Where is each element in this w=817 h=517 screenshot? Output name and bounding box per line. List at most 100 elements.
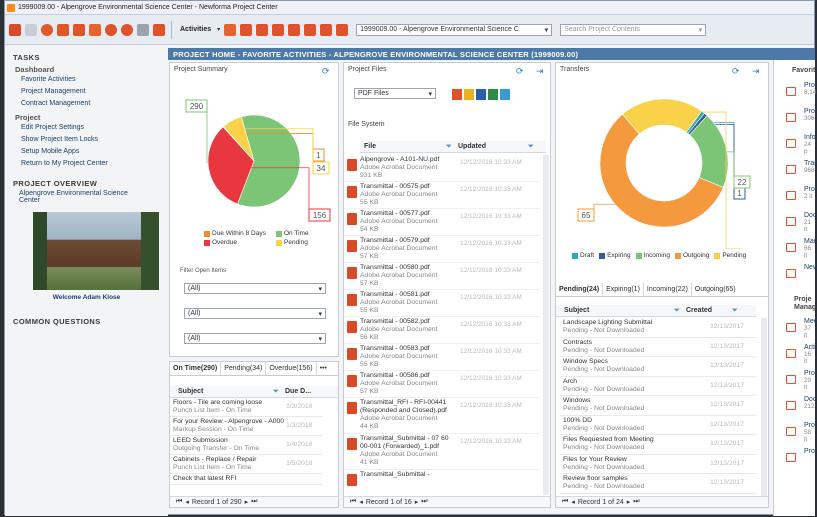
contract-management-link[interactable]: Contract Management: [21, 100, 168, 110]
favorite-item[interactable]: Proj: [774, 448, 816, 474]
return-project-center-link[interactable]: Return to My Project Center: [21, 160, 168, 170]
project-select[interactable]: 1999009.00 - Alpengrove Environmental Sc…: [356, 23, 553, 36]
file-row[interactable]: Alpengrove - A101-NU.pdf Adobe Acrobat Do…: [344, 155, 540, 182]
transfer-row[interactable]: Landscape Lighting Submittal Pending - No…: [560, 318, 756, 338]
filter-select-2[interactable]: (All) ▾: [184, 308, 326, 319]
file-row[interactable]: Transmittal - 00586.pdf Adobe Acrobat Doc…: [344, 371, 540, 398]
table-row[interactable]: LEED Submission Outgoing Transfer - On Ti…: [170, 436, 322, 455]
transfer-row[interactable]: Review floor samples Pending - Not Downlo…: [560, 474, 756, 494]
pager-next-icon[interactable]: ▸: [415, 498, 419, 506]
send-icon[interactable]: [272, 23, 285, 36]
image-icon[interactable]: [500, 89, 510, 100]
tab-pending[interactable]: Pending(24): [556, 283, 604, 296]
favorite-item[interactable]: Mee 37 it: [774, 318, 817, 344]
expand-icon[interactable]: ⇥: [752, 67, 761, 76]
filter-select-1[interactable]: (All) ▾: [184, 283, 326, 294]
edit-project-settings-link[interactable]: Edit Project Settings: [21, 124, 168, 134]
favorite-item[interactable]: Doc 21 it: [774, 212, 816, 238]
back-icon[interactable]: [9, 23, 21, 36]
favorite-item[interactable]: Proj 2 it: [774, 186, 816, 212]
pager-prev-icon[interactable]: ◂: [359, 498, 363, 506]
setup-mobile-apps-link[interactable]: Setup Mobile Apps: [21, 148, 168, 158]
file-row[interactable]: Transmittal - 00580.pdf Adobe Acrobat Doc…: [344, 263, 540, 290]
favorite-item[interactable]: Tran 968: [774, 160, 817, 186]
filter-icon[interactable]: ⏷: [273, 388, 285, 396]
project-icon[interactable]: [89, 23, 101, 36]
markup-icon[interactable]: [336, 23, 349, 36]
filter-select-3[interactable]: (All) ▾: [184, 333, 326, 344]
favorite-item[interactable]: Doc 212: [774, 396, 816, 422]
more-tabs-button[interactable]: •••: [317, 362, 330, 375]
filter-icon[interactable]: ⏷: [528, 143, 534, 151]
favorite-item[interactable]: Proj 306: [774, 108, 816, 134]
transfer-row[interactable]: Arch Pending - Not Downloaded 12/13/2017: [560, 377, 756, 396]
transfer-row[interactable]: Windows Pending - Not Downloaded 12/13/201…: [560, 396, 756, 416]
transfers-scrollbar[interactable]: [761, 318, 767, 496]
favorite-item[interactable]: Proj 58 it: [774, 422, 816, 448]
file-row[interactable]: Transmittal - 00582.pdf Adobe Acrobat Doc…: [344, 317, 540, 344]
table-row[interactable]: For your Review - Alpengrove - A000 Marku…: [170, 417, 322, 436]
tab-outgoing[interactable]: Outgoing(65): [692, 283, 739, 296]
tab-pending[interactable]: Pending(34): [221, 362, 267, 375]
favorite-item[interactable]: Acti 16 it: [774, 344, 816, 370]
column-updated[interactable]: Updated: [458, 143, 528, 150]
search-input[interactable]: Search Project Contents ▾: [560, 23, 707, 36]
file-row[interactable]: Transmittal - 00581.pdf Adobe Acrobat Doc…: [344, 290, 540, 317]
overview-project-name[interactable]: Alpengrove Environmental Science Center: [19, 190, 149, 208]
filter-icon[interactable]: ⏷: [674, 307, 686, 315]
column-subject[interactable]: Subject: [170, 388, 273, 395]
transfer-row[interactable]: Files Requested from Meeting Pending - No…: [560, 435, 756, 455]
image-icon[interactable]: [288, 23, 301, 36]
file-row[interactable]: Transmittal - 00583.pdf Adobe Acrobat Doc…: [344, 344, 540, 371]
files-scrollbar[interactable]: [543, 155, 549, 495]
pager-first-icon[interactable]: ⏮: [176, 498, 182, 506]
transfer-row[interactable]: Contracts Pending - Not Downloaded 12/13/2…: [560, 338, 756, 357]
home-icon[interactable]: [41, 23, 53, 36]
filter-icon[interactable]: ⏷: [732, 307, 738, 315]
file-type-select[interactable]: PDF Files ▾: [354, 88, 436, 99]
pdf-icon[interactable]: [452, 89, 462, 100]
transfer-icon[interactable]: [256, 23, 269, 36]
pager-first-icon[interactable]: ⏮: [562, 498, 568, 506]
pager-first-icon[interactable]: ⏮: [350, 498, 356, 506]
refresh-icon[interactable]: [105, 23, 117, 36]
pager-prev-icon[interactable]: ◂: [185, 498, 189, 506]
file-row[interactable]: Transmittal - 00579.pdf Adobe Acrobat Doc…: [344, 236, 540, 263]
table-row[interactable]: Floors - Tile are coming loose Punch List…: [170, 398, 322, 417]
file-row[interactable]: Transmittal_Submittal - 07 60 00-001 (Fo…: [344, 434, 540, 470]
pager-last-icon[interactable]: ⏭: [633, 498, 639, 506]
help-icon[interactable]: [57, 23, 69, 36]
file-row[interactable]: Transmittal - 00575.pdf Adobe Acrobat Doc…: [344, 182, 540, 209]
contact-icon[interactable]: [153, 23, 165, 36]
favorite-item[interactable]: Proj 8,14: [774, 82, 816, 108]
word-icon[interactable]: [476, 89, 486, 100]
column-created[interactable]: Created: [686, 307, 732, 314]
pager-next-icon[interactable]: ▸: [245, 498, 249, 506]
pager-last-icon[interactable]: ⏭: [251, 498, 257, 506]
forward-icon[interactable]: [25, 23, 37, 36]
favorite-item[interactable]: Mar 66 it: [774, 238, 816, 264]
tab-expiring[interactable]: Expiring(1): [603, 283, 644, 296]
pager-next-icon[interactable]: ▸: [627, 498, 631, 506]
pager-last-icon[interactable]: ⏭: [421, 498, 427, 506]
filter-icon[interactable]: ⏷: [446, 143, 458, 151]
transfer-row[interactable]: Files for Your Review Pending - Not Downl…: [560, 455, 756, 474]
file-row[interactable]: Transmittal - 00577.pdf Adobe Acrobat Doc…: [344, 209, 540, 236]
edit-icon[interactable]: [320, 23, 333, 36]
show-item-locks-link[interactable]: Show Project Item Locks: [21, 136, 168, 146]
refresh-icon[interactable]: ⟳: [732, 67, 741, 76]
tab-on-time[interactable]: On Time(290): [170, 362, 222, 375]
chevron-down-icon[interactable]: ▾: [217, 26, 220, 33]
table-row[interactable]: Cabinets - Replace / Repair Punch List It…: [170, 455, 322, 474]
favorite-item[interactable]: Info 24 p: [774, 134, 816, 160]
table-row[interactable]: Check that latest RFI: [170, 474, 322, 485]
activities-menu[interactable]: Activities: [180, 26, 211, 33]
tab-incoming[interactable]: Incoming(22): [644, 283, 692, 296]
refresh-icon[interactable]: ⟳: [322, 67, 331, 76]
list-icon[interactable]: [137, 23, 149, 36]
settings-icon[interactable]: [121, 23, 133, 36]
column-subject[interactable]: Subject: [556, 307, 674, 314]
file-row[interactable]: Transmittal_RFI - RFI-00441 (Responded a…: [344, 398, 540, 434]
transfer-row[interactable]: Window Specs Pending - Not Downloaded 12/1…: [560, 357, 756, 377]
expand-icon[interactable]: ⇥: [536, 67, 545, 76]
